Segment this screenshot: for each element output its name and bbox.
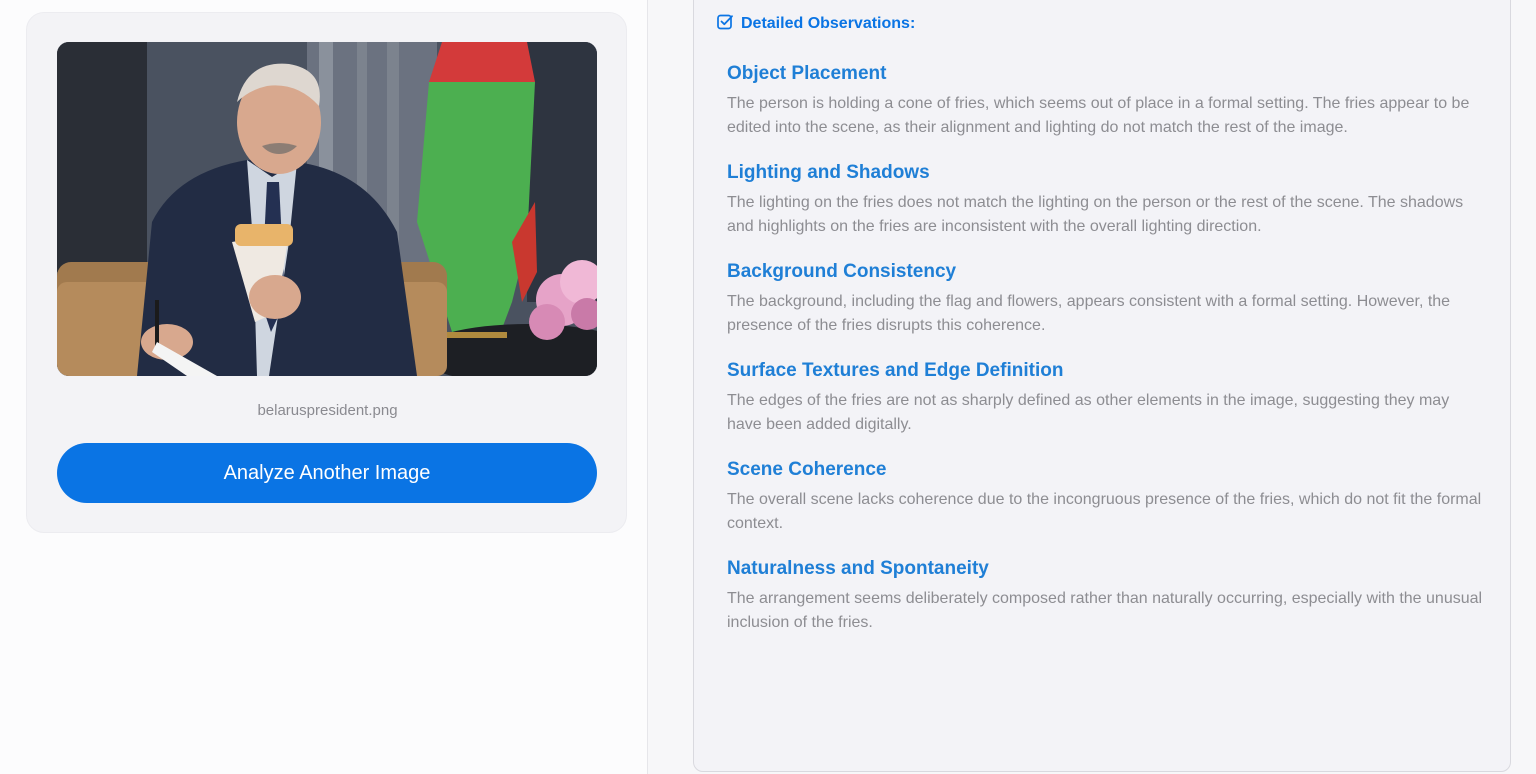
upload-pane: belaruspresident.png Analyze Another Ima… xyxy=(0,0,648,774)
observation-item: Surface Textures and Edge Definition The… xyxy=(727,358,1487,436)
observation-title: Object Placement xyxy=(727,63,887,84)
observation-item: Lighting and Shadows The lighting on the… xyxy=(727,160,1487,238)
uploaded-filename: belaruspresident.png xyxy=(257,402,398,419)
observation-text: The edges of the fries are not as sharpl… xyxy=(727,392,1450,433)
observation-text: The background, including the flag and f… xyxy=(727,293,1451,334)
observation-text: The overall scene lacks coherence due to… xyxy=(727,491,1482,532)
observation-title: Surface Textures and Edge Definition xyxy=(727,360,1064,381)
image-card: belaruspresident.png Analyze Another Ima… xyxy=(26,12,627,533)
observation-item: Background Consistency The background, i… xyxy=(727,259,1487,337)
uploaded-image xyxy=(57,42,597,376)
observation-text: The arrangement seems deliberately compo… xyxy=(727,590,1483,631)
observation-item: Scene Coherence The overall scene lacks … xyxy=(727,457,1487,535)
observation-title: Lighting and Shadows xyxy=(727,162,930,183)
observation-item: Naturalness and Spontaneity The arrangem… xyxy=(727,556,1487,634)
observations-header-label: Detailed Observations: xyxy=(741,15,916,32)
observation-title: Scene Coherence xyxy=(727,459,887,480)
checkbox-icon xyxy=(716,13,734,36)
analyze-another-image-button[interactable]: Analyze Another Image xyxy=(57,443,597,503)
scrollbar-track[interactable] xyxy=(1514,0,1536,774)
observation-title: Naturalness and Spontaneity xyxy=(727,558,989,579)
detailed-observations-panel: Detailed Observations: Object Placement … xyxy=(693,0,1511,772)
observations-list: Object Placement The person is holding a… xyxy=(727,61,1487,634)
results-pane[interactable]: Detailed Observations: Object Placement … xyxy=(648,0,1536,774)
observations-header: Detailed Observations: xyxy=(716,14,915,34)
observation-item: Object Placement The person is holding a… xyxy=(727,61,1487,139)
observation-text: The person is holding a cone of fries, w… xyxy=(727,95,1470,136)
observation-title: Background Consistency xyxy=(727,261,957,282)
observation-text: The lighting on the fries does not match… xyxy=(727,194,1464,235)
uploaded-image-preview xyxy=(57,42,597,376)
